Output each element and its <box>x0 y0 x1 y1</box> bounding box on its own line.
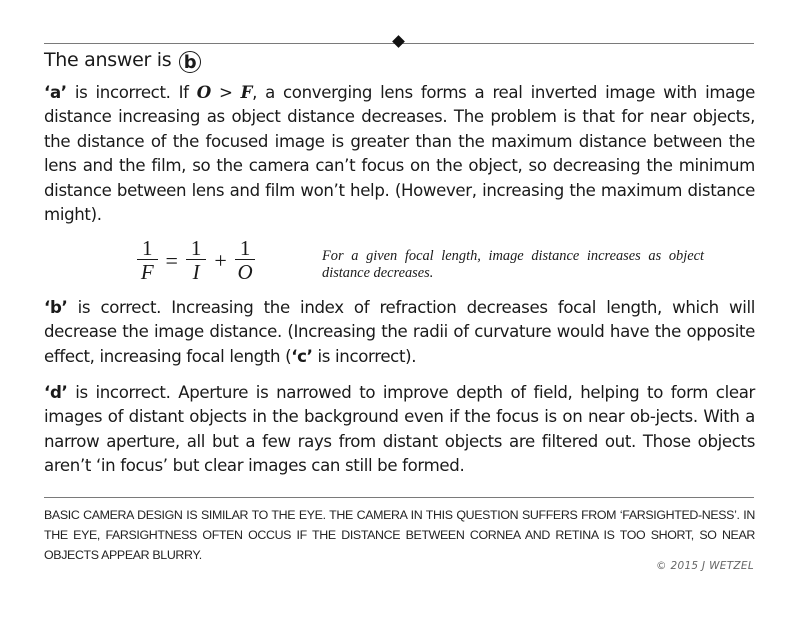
footnote: BASIC CAMERA DESIGN IS SIMILAR TO THE EY… <box>44 508 755 562</box>
answer-prefix: The answer is <box>44 49 172 71</box>
explanation-text: , a converging lens forms a real inverte… <box>44 83 756 225</box>
explanation-option-d: ‘d’ is incorrect. Aperture is narrowed t… <box>44 381 755 479</box>
fraction-image-distance: 1 I <box>185 237 207 284</box>
thin-lens-equation: 1 F = 1 I + 1 O <box>133 237 259 284</box>
explanation-option-a: ‘a’ is incorrect. If O > F, a converging… <box>44 80 755 227</box>
option-label-d: ‘d’ <box>44 383 68 402</box>
option-label-a: ‘a’ <box>44 83 67 102</box>
answer-heading: The answer is b <box>44 48 202 73</box>
math-variable-o: O <box>196 82 211 102</box>
numerator: 1 <box>234 237 256 260</box>
explanation-text: is incorrect. Aperture is narrowed to im… <box>44 383 755 476</box>
denominator: F <box>140 260 154 284</box>
copyright-notice: © 2015 J WETZEL <box>656 560 754 572</box>
numerator: 1 <box>137 237 158 260</box>
numerator: 1 <box>185 237 207 260</box>
answer-letter-badge: b <box>179 51 202 73</box>
equation-note: For a given focal length, image distance… <box>322 248 704 281</box>
fraction-lhs: 1 F <box>137 237 158 284</box>
denominator: I <box>192 260 200 284</box>
option-label-b: ‘b’ <box>44 298 68 317</box>
explanation-option-b: ‘b’ is correct. Increasing the index of … <box>44 296 755 369</box>
option-label-c: ‘c’ <box>291 346 313 366</box>
bottom-divider <box>44 497 754 498</box>
explanation-text: is incorrect. If <box>66 83 197 102</box>
diamond-ornament-icon <box>392 35 405 48</box>
fraction-object-distance: 1 O <box>234 237 256 284</box>
greater-than-sign: > <box>210 83 241 102</box>
explanation-text: is incorrect). <box>312 346 417 366</box>
math-variable-f: F <box>240 82 253 102</box>
plus-sign: + <box>214 247 227 273</box>
denominator: O <box>237 260 253 284</box>
equals-sign: = <box>165 247 178 273</box>
